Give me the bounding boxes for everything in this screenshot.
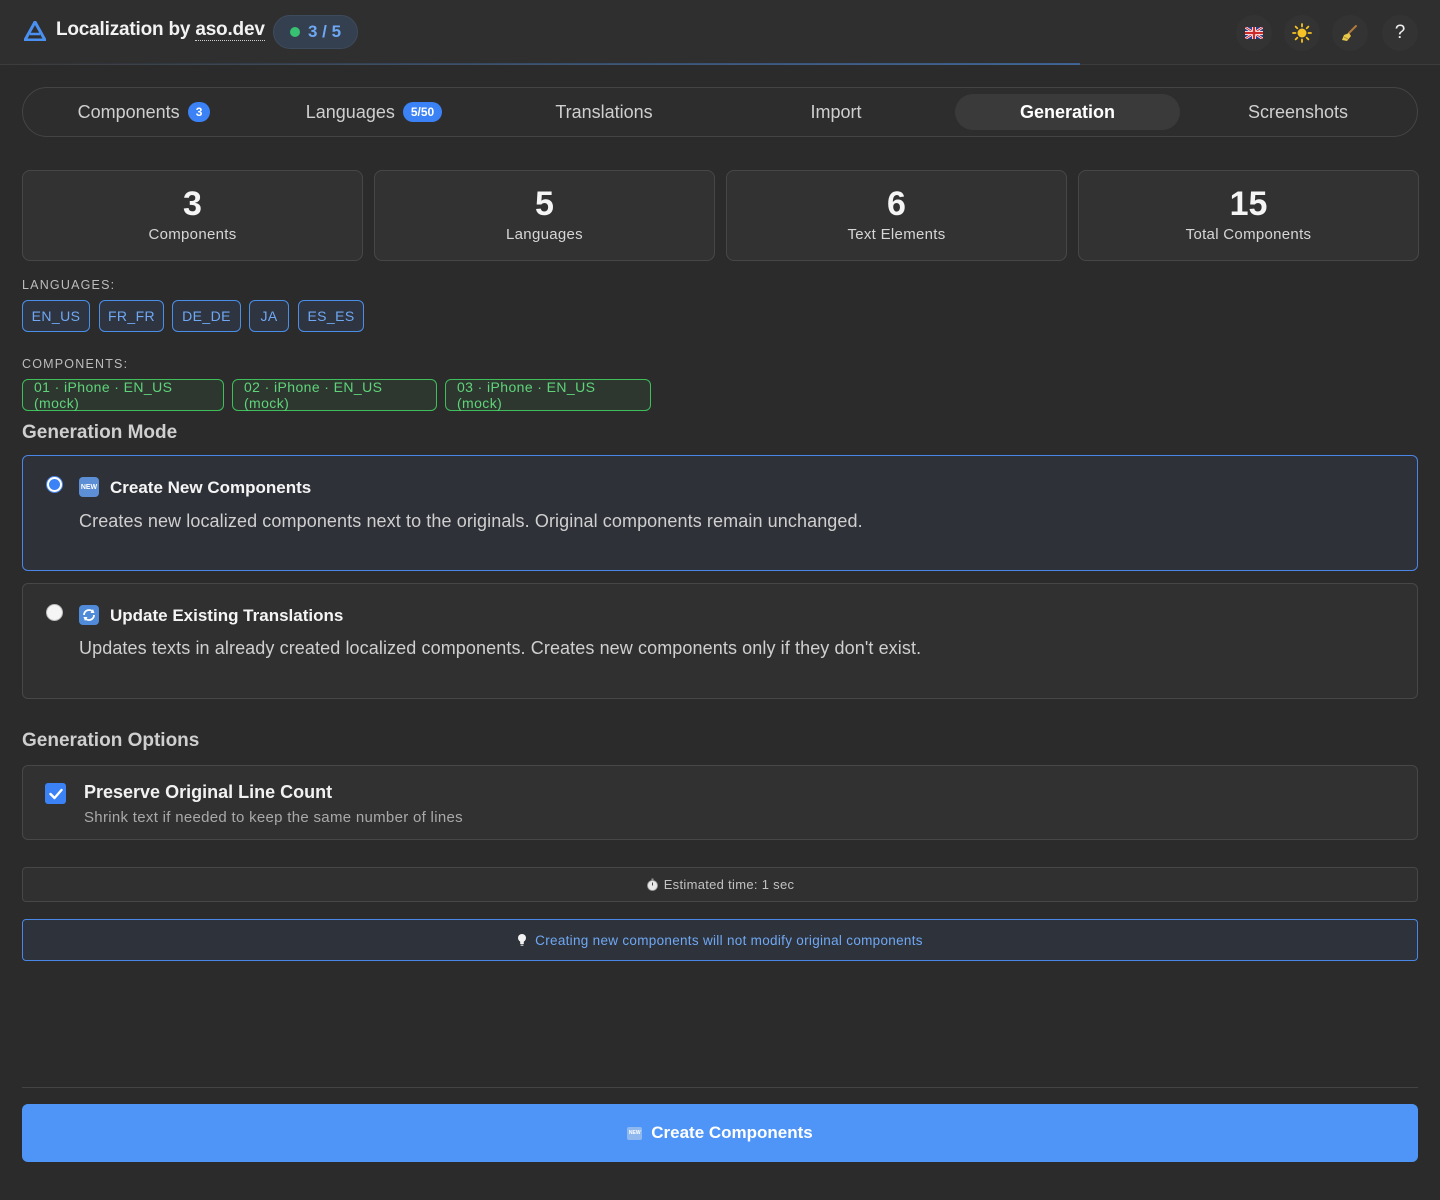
language-chip: JA [249,300,289,332]
header-progress-line [0,63,1080,65]
info-tip-text: Creating new components will not modify … [535,932,923,948]
app-title: Localization by aso.dev [56,19,265,41]
mode-option-create-new[interactable]: NEW Create New Components Creates new lo… [22,455,1418,571]
tab-label: Generation [1019,101,1116,122]
new-icon: NEW [79,477,99,497]
preserve-line-count-checkbox[interactable] [45,783,66,804]
stat-card-text-elements: 6 Text Elements [726,170,1067,261]
language-chip: DE_DE [172,300,241,332]
stopwatch-icon [646,878,658,891]
tab-label: Components [77,101,180,122]
option-title: Preserve Original Line Count [84,782,333,802]
generation-mode-title: Generation Mode [22,422,178,443]
component-chip: 03 · iPhone · EN_US (mock) [445,379,651,411]
footer-divider [22,1087,1418,1088]
mode-radio-create-new[interactable] [46,476,63,493]
tab-label: Screenshots [1247,101,1349,122]
lightbulb-icon [518,934,527,946]
languages-heading: LANGUAGES: [22,278,116,292]
sun-icon [1292,23,1312,43]
stat-value: 15 [1229,185,1268,223]
mode-option-update-existing[interactable]: Update Existing Translations Updates tex… [22,583,1418,699]
stat-label: Total Components [1185,226,1312,243]
tab-badge: 5/50 [402,102,443,122]
stat-label: Text Elements [847,226,946,243]
progress-pill: 3 / 5 [273,15,358,49]
option-preserve-line-count[interactable]: Preserve Original Line Count Shrink text… [22,765,1418,840]
language-chip: EN_US [22,300,90,332]
stat-card-languages: 5 Languages [374,170,715,261]
stat-value: 6 [887,185,906,223]
tab-components[interactable]: Components 3 [33,94,255,130]
mode-radio-update-existing[interactable] [46,604,63,621]
tab-badge: 3 [187,102,211,122]
stat-label: Components [148,226,237,243]
mode-description: Updates texts in already created localiz… [79,638,922,658]
mode-title: Create New Components [110,478,312,497]
refresh-icon [79,605,99,625]
component-chip: 01 · iPhone · EN_US (mock) [22,379,224,411]
stat-value: 3 [183,185,202,223]
components-heading: COMPONENTS: [22,357,129,371]
help-icon: ? [1394,22,1406,43]
info-tip-bar: Creating new components will not modify … [22,919,1418,961]
tab-languages[interactable]: Languages 5/50 [263,94,485,130]
new-icon: NEW [627,1126,643,1140]
generation-options-title: Generation Options [22,730,200,751]
create-components-button[interactable]: NEW Create Components [22,1104,1418,1162]
app-title-brand-link[interactable]: aso.dev [195,19,265,41]
stat-value: 5 [535,185,554,223]
flag-uk-icon [1245,27,1263,39]
aso-logo-icon [24,21,46,41]
tab-screenshots[interactable]: Screenshots [1187,94,1409,130]
estimated-time-bar: Estimated time: 1 sec [22,867,1418,902]
language-chip: ES_ES [298,300,364,332]
app-header: Localization by aso.dev 3 / 5 ? [0,0,1440,65]
estimated-time-text: Estimated time: 1 sec [663,877,795,892]
tab-label: Languages [305,101,395,122]
stat-card-total-components: 15 Total Components [1078,170,1419,261]
checkmark-icon [48,788,63,799]
mode-description: Creates new localized components next to… [79,511,863,531]
app-title-prefix: Localization by [56,19,196,40]
status-dot-icon [289,27,300,37]
stat-card-components: 3 Components [22,170,363,261]
component-chip: 02 · iPhone · EN_US (mock) [232,379,437,411]
tab-translations[interactable]: Translations [493,94,715,130]
language-chip: FR_FR [99,300,164,332]
main-tabs: Components 3 Languages 5/50 Translations… [22,87,1418,137]
progress-text: 3 / 5 [307,22,342,41]
theme-toggle-button[interactable] [1284,15,1320,51]
tab-label: Import [810,101,862,122]
language-switch-button[interactable] [1236,15,1272,51]
stat-label: Languages [506,226,583,243]
tab-generation[interactable]: Generation [955,94,1180,130]
option-description: Shrink text if needed to keep the same n… [84,809,463,826]
broom-icon [1342,25,1357,41]
tab-import[interactable]: Import [725,94,947,130]
tab-label: Translations [555,101,653,122]
mode-title: Update Existing Translations [110,606,344,625]
clear-button[interactable] [1332,15,1368,51]
help-button[interactable]: ? [1382,15,1418,51]
create-components-label: Create Components [651,1123,813,1142]
